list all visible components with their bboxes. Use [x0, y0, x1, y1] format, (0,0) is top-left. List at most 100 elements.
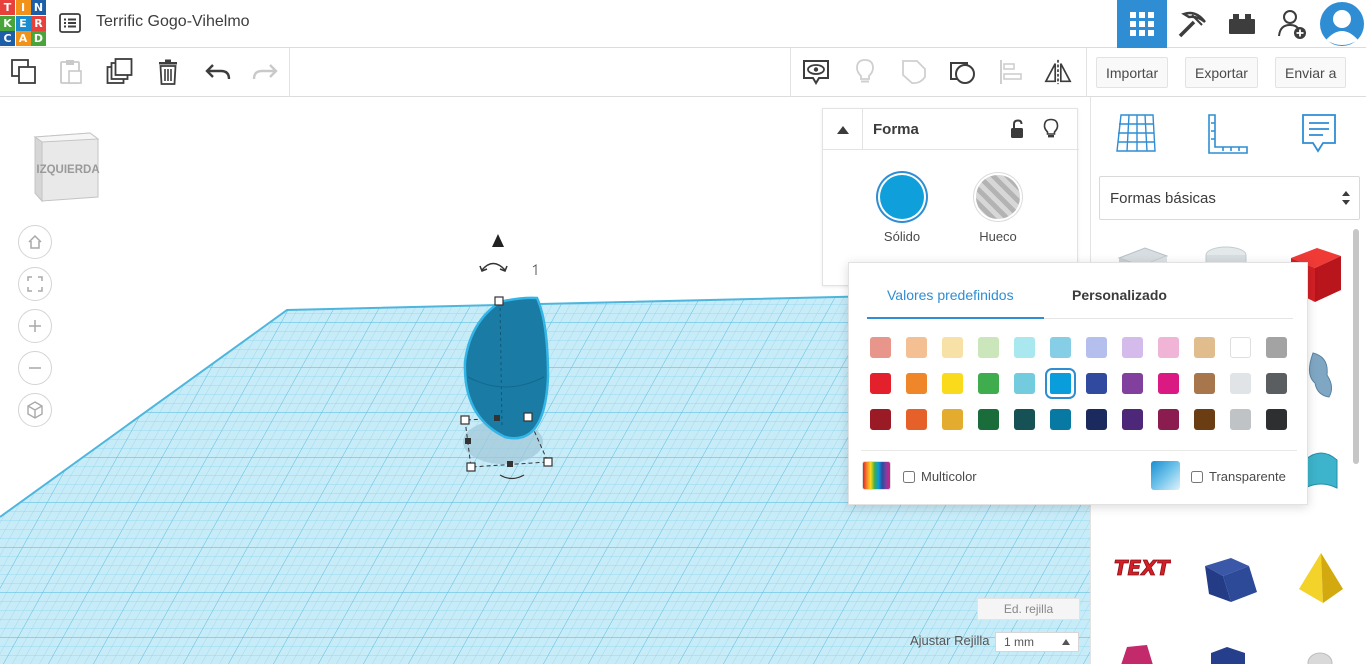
- grid-view-button[interactable]: [1117, 0, 1167, 48]
- partial-shape-icon[interactable]: [1305, 651, 1335, 664]
- tab-custom[interactable]: Personalizado: [1072, 287, 1167, 303]
- color-swatch[interactable]: [1050, 409, 1071, 430]
- mirror-icon[interactable]: [1044, 58, 1072, 86]
- minecraft-button[interactable]: [1167, 0, 1217, 48]
- ortho-view-button[interactable]: [18, 393, 52, 427]
- shapes-scrollbar[interactable]: [1353, 229, 1359, 464]
- color-swatch[interactable]: [942, 409, 963, 430]
- grid-view-icon: [1130, 12, 1154, 36]
- inspector-title: Forma: [873, 121, 919, 138]
- color-swatch[interactable]: [1194, 409, 1215, 430]
- logo-letter: A: [15, 31, 31, 46]
- color-swatch[interactable]: [906, 373, 927, 394]
- transparent-checkbox[interactable]: [1191, 470, 1203, 483]
- partial-shape-icon[interactable]: [1117, 645, 1157, 664]
- color-swatch[interactable]: [1158, 409, 1179, 430]
- color-swatch[interactable]: [1230, 373, 1251, 394]
- ruler-icon[interactable]: [1205, 111, 1251, 157]
- partial-shape-icon[interactable]: [1207, 645, 1251, 664]
- color-swatch[interactable]: [1194, 337, 1215, 358]
- color-swatch[interactable]: [942, 373, 963, 394]
- transparent-swatch[interactable]: [1151, 461, 1180, 490]
- multicolor-option[interactable]: Multicolor: [903, 469, 977, 484]
- color-swatch[interactable]: [1266, 337, 1287, 358]
- import-button[interactable]: Importar: [1096, 57, 1169, 88]
- ungroup-icon[interactable]: [949, 58, 977, 86]
- shape-category-select[interactable]: Formas básicas: [1099, 176, 1360, 220]
- color-swatch[interactable]: [1266, 409, 1287, 430]
- design-title[interactable]: Terrific Gogo-Vihelmo: [96, 13, 250, 31]
- color-swatch[interactable]: [1194, 373, 1215, 394]
- hole-swatch[interactable]: [976, 175, 1020, 219]
- solid-swatch[interactable]: [880, 175, 924, 219]
- light-bulb-icon[interactable]: [1043, 118, 1059, 140]
- pyramid-shape-icon[interactable]: [1295, 549, 1345, 605]
- tinkercad-logo[interactable]: T I N K E R C A D: [0, 0, 46, 46]
- color-swatch[interactable]: [1050, 337, 1071, 358]
- prism-shape-icon[interactable]: [1201, 552, 1261, 604]
- color-swatch[interactable]: [1086, 337, 1107, 358]
- color-swatch[interactable]: [1045, 368, 1076, 399]
- tab-presets[interactable]: Valores predefinidos: [887, 287, 1014, 303]
- bricks-button[interactable]: [1217, 0, 1267, 48]
- chevron-up-icon: [836, 125, 849, 134]
- color-swatch[interactable]: [1158, 337, 1179, 358]
- workplane-icon[interactable]: [1115, 111, 1159, 155]
- color-swatch[interactable]: [1086, 373, 1107, 394]
- color-swatch[interactable]: [906, 409, 927, 430]
- color-swatch[interactable]: [1158, 373, 1179, 394]
- multicolor-swatch[interactable]: [862, 461, 891, 490]
- note-icon[interactable]: [802, 58, 830, 86]
- hole-option[interactable]: Hueco: [963, 175, 1033, 244]
- color-swatch[interactable]: [1014, 409, 1035, 430]
- color-swatch[interactable]: [906, 337, 927, 358]
- color-swatch[interactable]: [1014, 337, 1035, 358]
- color-swatch[interactable]: [1266, 373, 1287, 394]
- notes-icon[interactable]: [1301, 111, 1337, 157]
- color-swatch[interactable]: [1230, 337, 1251, 358]
- multicolor-checkbox[interactable]: [903, 470, 915, 483]
- color-swatch[interactable]: [1014, 373, 1035, 394]
- export-button[interactable]: Exportar: [1185, 57, 1258, 88]
- undo-icon[interactable]: [204, 58, 232, 86]
- color-swatch[interactable]: [942, 337, 963, 358]
- text-shape-icon[interactable]: TEXT: [1113, 547, 1171, 587]
- group-icon[interactable]: [900, 58, 928, 86]
- color-swatch[interactable]: [978, 373, 999, 394]
- color-swatch[interactable]: [1086, 409, 1107, 430]
- transparent-option[interactable]: Transparente: [1191, 469, 1286, 484]
- send-to-button[interactable]: Enviar a: [1275, 57, 1347, 88]
- collapse-inspector-button[interactable]: [823, 109, 863, 150]
- redo-icon[interactable]: [251, 58, 279, 86]
- solid-option[interactable]: Sólido: [867, 175, 937, 244]
- color-swatch[interactable]: [870, 337, 891, 358]
- color-swatch[interactable]: [1230, 409, 1251, 430]
- snap-grid-select[interactable]: 1 mm: [995, 632, 1079, 652]
- color-swatch[interactable]: [978, 337, 999, 358]
- color-swatch[interactable]: [870, 409, 891, 430]
- edit-grid-button[interactable]: Ed. rejilla: [977, 598, 1080, 620]
- color-swatch[interactable]: [978, 409, 999, 430]
- add-user-button[interactable]: [1267, 0, 1317, 48]
- home-view-button[interactable]: [18, 225, 52, 259]
- view-cube[interactable]: IZQUIERDA: [30, 127, 102, 212]
- color-swatch[interactable]: [1122, 373, 1143, 394]
- color-swatch[interactable]: [870, 373, 891, 394]
- align-icon[interactable]: [998, 58, 1026, 86]
- user-avatar-button[interactable]: [1317, 0, 1366, 48]
- design-list-icon[interactable]: [59, 12, 81, 34]
- transparent-label: Transparente: [1209, 469, 1286, 484]
- zoom-in-button[interactable]: [18, 309, 52, 343]
- paste-icon[interactable]: [57, 58, 85, 86]
- copy-icon[interactable]: [10, 58, 38, 86]
- delete-icon[interactable]: [154, 58, 182, 86]
- light-icon[interactable]: [851, 58, 879, 86]
- duplicate-icon[interactable]: [106, 58, 134, 86]
- fit-view-button[interactable]: [18, 267, 52, 301]
- color-swatch[interactable]: [1122, 409, 1143, 430]
- unlock-icon[interactable]: [1009, 119, 1025, 139]
- color-swatch[interactable]: [1122, 337, 1143, 358]
- top-bar: T I N K E R C A D Terrific Gogo-Vihelmo: [0, 0, 1366, 48]
- zoom-out-button[interactable]: [18, 351, 52, 385]
- snap-grid-value: 1 mm: [1004, 635, 1034, 649]
